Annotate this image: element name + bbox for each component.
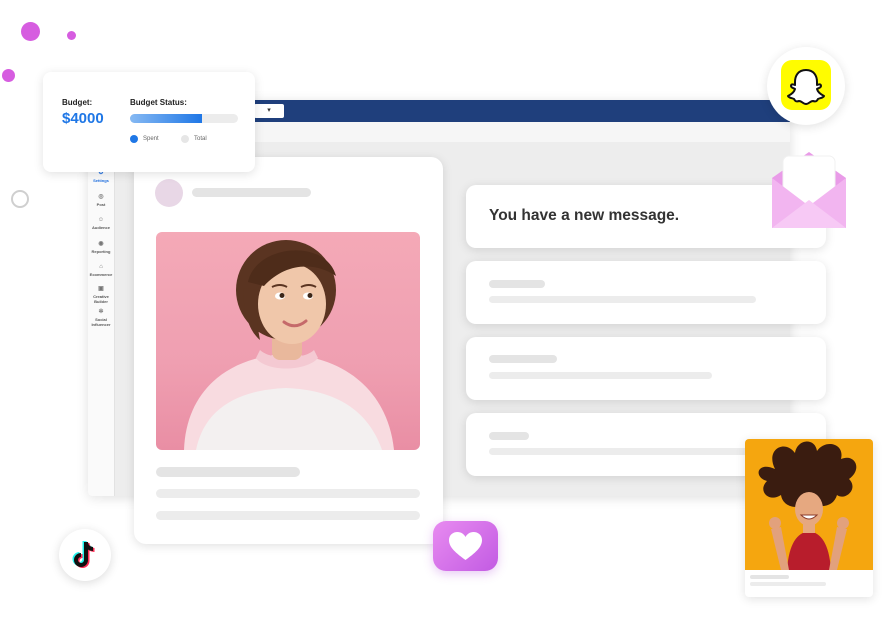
post-card [134,157,443,544]
sidebar-item-label: Post [96,202,106,207]
sidebar-item-label: Creative Builder [93,294,109,304]
message-placeholder-card [466,337,826,400]
sidebar-item-label: Audience [91,225,110,230]
avatar [155,179,183,207]
placeholder-line [489,372,712,379]
budget-card: Budget: $4000 Budget Status: Spent Total [43,72,255,172]
placeholder-line [489,280,545,288]
decor-ring [11,190,29,208]
app-sidebar: ⚙ Settings ◎ Post ☺ Audience ◉ Reporting… [88,142,115,496]
sidebar-item-label: Reporting [91,249,111,254]
influencer-card[interactable] [745,439,873,597]
envelope-icon [770,150,848,230]
influencer-image [745,439,873,570]
post-author-placeholder [192,188,311,197]
sidebar-item-label: Settings [93,178,109,183]
influencer-name-placeholder [750,575,789,579]
sidebar-item-ecommerce[interactable]: ⌂ Ecommerce [88,264,114,277]
post-text-placeholder-1 [156,489,420,498]
reporting-icon: ◉ [98,241,104,247]
influencer-text-placeholder [750,582,826,586]
influencer-icon: ✲ [98,309,104,315]
budget-progress-fill [130,114,202,123]
budget-label: Budget: [62,98,93,107]
sidebar-item-creative-builder[interactable]: ▣ Creative Builder [88,286,114,304]
message-placeholder-card [466,261,826,324]
audience-icon: ☺ [97,217,105,223]
decor-dot-small [67,31,76,40]
like-button[interactable] [433,521,498,571]
sidebar-item-audience[interactable]: ☺ Audience [88,217,114,230]
woman-hair-flip-illustration [758,441,857,570]
budget-progress-bar [130,114,238,123]
legend-spent-label: Spent [143,136,159,142]
legend-total-label: Total [194,136,207,142]
budget-status-label: Budget Status: [130,98,187,107]
heart-icon [449,532,482,560]
decor-dot-large [21,22,40,41]
placeholder-line [489,432,529,440]
sidebar-item-reporting[interactable]: ◉ Reporting [88,241,114,254]
image-icon: ▣ [98,286,104,292]
sidebar-item-label: Social Influencer [91,317,111,327]
snapchat-button[interactable] [767,47,845,125]
tiktok-button[interactable] [59,529,111,581]
post-image [156,232,420,450]
post-caption-placeholder [156,467,300,477]
sidebar-item-post[interactable]: ◎ Post [88,194,114,207]
placeholder-line [489,296,756,303]
post-text-placeholder-2 [156,511,420,520]
post-icon: ◎ [98,194,104,200]
legend-total-dot [181,135,189,143]
budget-amount: $4000 [62,110,104,127]
sidebar-item-social-influencer[interactable]: ✲ Social Influencer [88,309,114,327]
legend-spent-dot [130,135,138,143]
cart-icon: ⌂ [99,264,103,270]
chevron-down-icon: ▾ [267,107,271,114]
placeholder-line [489,448,749,455]
account-dropdown[interactable]: ▾ [254,104,284,118]
woman-portrait-illustration [184,240,394,450]
placeholder-line [489,355,557,363]
decor-dot-mid [2,69,15,82]
sidebar-item-label: Ecommerce [89,272,113,277]
tiktok-icon [72,540,95,568]
new-message-text: You have a new message. [489,207,680,224]
snapchat-icon [781,60,831,110]
